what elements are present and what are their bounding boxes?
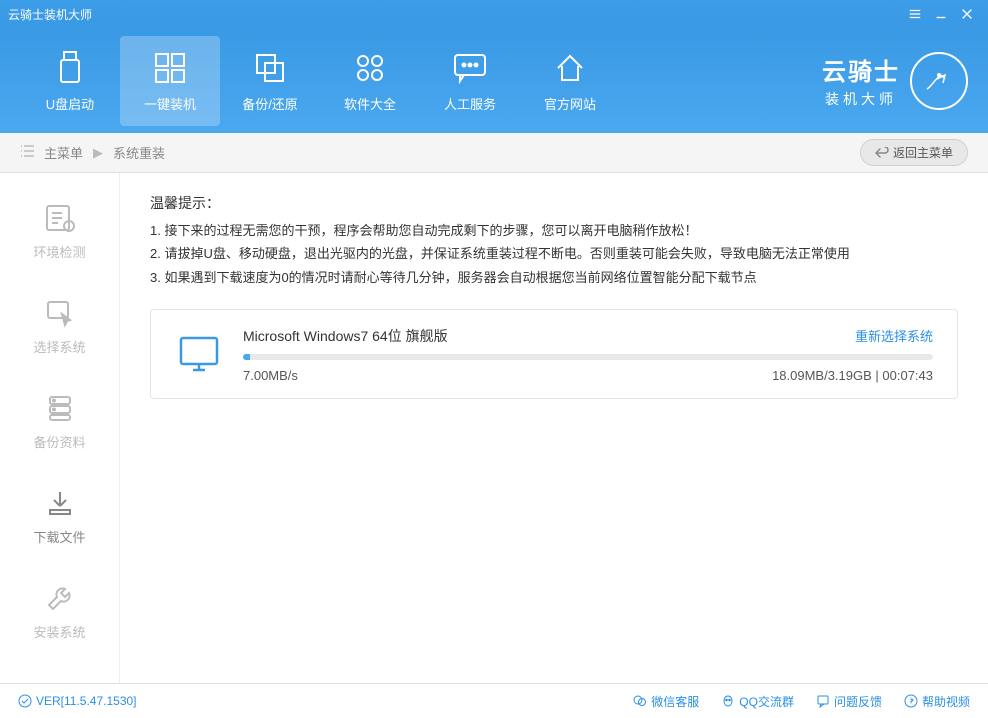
os-name: Microsoft Windows7 64位 旗舰版 xyxy=(243,326,448,346)
nav-one-click-install[interactable]: 一键装机 xyxy=(120,36,220,126)
nav-software[interactable]: 软件大全 xyxy=(320,36,420,126)
nav-usb-boot[interactable]: U盘启动 xyxy=(20,36,120,126)
footer-help-video[interactable]: 帮助视频 xyxy=(904,693,970,710)
sidebar-label: 备份资料 xyxy=(33,432,85,451)
apps-icon xyxy=(353,48,387,88)
sidebar-label: 选择系统 xyxy=(33,337,85,356)
sidebar-label: 环境检测 xyxy=(33,242,85,261)
windows-icon xyxy=(153,48,187,88)
footer-wechat-support[interactable]: 微信客服 xyxy=(633,693,699,710)
nav-label: 官方网站 xyxy=(544,94,596,113)
nav-label: 备份/还原 xyxy=(242,94,298,113)
brand-logo-icon xyxy=(910,52,968,110)
download-progress-text: 18.09MB/3.19GB | 00:07:43 xyxy=(772,368,933,383)
titlebar: 云骑士装机大师 xyxy=(0,0,988,28)
sidebar-item-select-system[interactable]: 选择系统 xyxy=(0,278,119,373)
sidebar-item-env-check[interactable]: 环境检测 xyxy=(0,183,119,278)
nav-website[interactable]: 官方网站 xyxy=(520,36,620,126)
download-icon xyxy=(45,485,75,521)
close-button[interactable] xyxy=(954,4,980,24)
nav-label: 人工服务 xyxy=(444,94,496,113)
breadcrumb-root[interactable]: 主菜单 xyxy=(44,143,83,162)
nav-label: 软件大全 xyxy=(344,94,396,113)
app-title: 云骑士装机大师 xyxy=(8,6,92,23)
tips-title: 温馨提示： xyxy=(150,193,958,213)
chat-icon xyxy=(452,48,488,88)
minimize-button[interactable] xyxy=(928,4,954,24)
footer-feedback[interactable]: 问题反馈 xyxy=(816,693,882,710)
menu-button[interactable] xyxy=(902,4,928,24)
brand-sub: 装机大师 xyxy=(825,89,897,109)
wrench-icon xyxy=(45,580,75,616)
nav-backup-restore[interactable]: 备份/还原 xyxy=(220,36,320,126)
reselect-system-link[interactable]: 重新选择系统 xyxy=(855,326,933,345)
top-nav: U盘启动 一键装机 备份/还原 软件大全 人工服务 官方网站 云骑士 装机大师 xyxy=(0,28,988,133)
tips-line-2: 2. 请拔掉U盘、移动硬盘，退出光驱内的光盘，并保证系统重装过程不断电。否则重装… xyxy=(150,242,958,265)
back-label: 返回主菜单 xyxy=(893,144,953,161)
list-icon xyxy=(20,144,36,161)
sidebar-label: 安装系统 xyxy=(33,622,85,641)
back-to-main-button[interactable]: 返回主菜单 xyxy=(860,139,968,166)
footer: VER[11.5.47.1530] 微信客服 QQ交流群 问题反馈 帮助视频 xyxy=(0,683,988,718)
download-progress-bar xyxy=(243,354,933,360)
nav-label: U盘启动 xyxy=(46,94,94,113)
chevron-right-icon: ▶ xyxy=(93,145,103,161)
progress-fill xyxy=(243,354,250,360)
breadcrumb: 主菜单 ▶ 系统重装 返回主菜单 xyxy=(0,133,988,173)
monitor-icon xyxy=(175,330,223,378)
download-speed: 7.00MB/s xyxy=(243,368,298,383)
usb-icon xyxy=(54,48,86,88)
sidebar-item-backup-data[interactable]: 备份资料 xyxy=(0,373,119,468)
footer-qq-group[interactable]: QQ交流群 xyxy=(721,693,794,710)
download-card: Microsoft Windows7 64位 旗舰版 重新选择系统 7.00MB… xyxy=(150,309,958,399)
version-label[interactable]: VER[11.5.47.1530] xyxy=(18,694,137,708)
nav-support[interactable]: 人工服务 xyxy=(420,36,520,126)
backup-icon xyxy=(253,48,287,88)
tips-line-3: 3. 如果遇到下载速度为0的情况时请耐心等待几分钟，服务器会自动根据您当前网络位… xyxy=(150,266,958,289)
sidebar-label: 下载文件 xyxy=(33,527,85,546)
brand: 云骑士 装机大师 xyxy=(822,52,968,110)
sidebar-item-download[interactable]: 下载文件 xyxy=(0,468,119,563)
main-content: 温馨提示： 1. 接下来的过程无需您的干预，程序会帮助您自动完成剩下的步骤，您可… xyxy=(120,173,988,683)
checklist-icon xyxy=(44,200,76,236)
home-icon xyxy=(553,48,587,88)
breadcrumb-current: 系统重装 xyxy=(113,143,165,162)
sidebar: 环境检测 选择系统 备份资料 下载文件 安装系统 xyxy=(0,173,120,683)
cursor-select-icon xyxy=(44,295,76,331)
database-icon xyxy=(45,390,75,426)
tips-line-1: 1. 接下来的过程无需您的干预，程序会帮助您自动完成剩下的步骤，您可以离开电脑稍… xyxy=(150,219,958,242)
sidebar-item-install[interactable]: 安装系统 xyxy=(0,563,119,658)
brand-main: 云骑士 xyxy=(822,52,900,87)
nav-label: 一键装机 xyxy=(144,94,196,113)
